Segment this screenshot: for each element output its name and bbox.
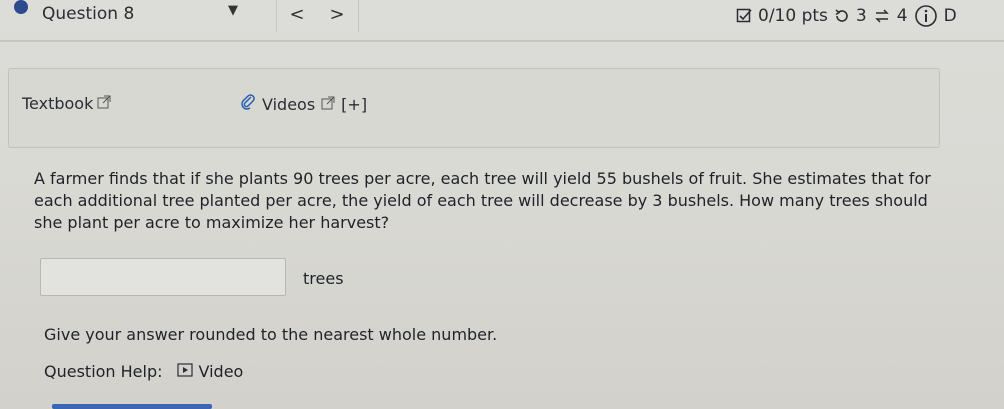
external-link-icon (321, 95, 335, 114)
question-help-label: Question Help: (44, 362, 163, 381)
retry-icon (834, 8, 850, 24)
question-status-dot (14, 0, 28, 14)
help-video-label: Video (198, 362, 244, 381)
textbook-label: Textbook (22, 94, 94, 113)
textbook-link[interactable]: Textbook (22, 94, 111, 113)
question-text: A farmer finds that if she plants 90 tre… (34, 169, 931, 232)
rounding-hint: Give your answer rounded to the nearest … (44, 325, 498, 344)
question-help: Question Help: Video (44, 362, 243, 381)
header-divider (0, 40, 1004, 42)
resources-panel (8, 68, 940, 148)
info-icon[interactable] (914, 4, 938, 28)
attempts-icon (873, 8, 891, 24)
score-text: 0/10 pts (758, 6, 828, 26)
attempts-count: 4 (896, 6, 908, 26)
answer-units: trees (303, 269, 344, 288)
submit-button-edge[interactable] (52, 404, 212, 409)
help-video-link[interactable]: Video (176, 362, 244, 381)
paperclip-icon (240, 94, 256, 114)
score-bar: 0/10 pts 3 4 D (736, 2, 957, 30)
question-dropdown-icon[interactable]: ▼ (228, 3, 238, 18)
external-link-icon (97, 94, 111, 113)
question-title: Question 8 (42, 4, 135, 24)
videos-label: Videos (262, 94, 316, 114)
play-icon (176, 362, 193, 381)
retries-count: 3 (855, 6, 867, 26)
score-checkbox-icon (736, 8, 752, 24)
previous-question-button[interactable]: < (276, 0, 317, 32)
details-link-partial[interactable]: D (944, 6, 957, 26)
videos-expand-toggle[interactable]: [+] (341, 95, 367, 114)
answer-input[interactable] (40, 258, 286, 296)
next-question-button[interactable]: > (316, 0, 359, 32)
videos-link[interactable]: Videos [+] (240, 94, 367, 114)
